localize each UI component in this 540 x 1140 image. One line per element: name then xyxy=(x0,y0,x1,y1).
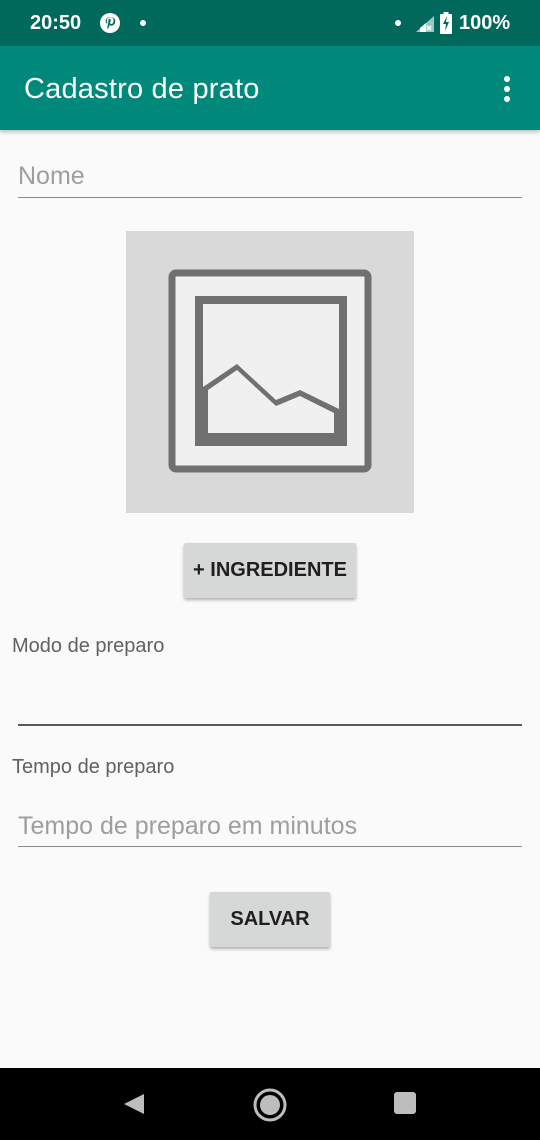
modo-preparo-label: Modo de preparo xyxy=(12,635,165,657)
tempo-preparo-input[interactable]: Tempo de preparo em minutos xyxy=(18,800,522,847)
recents-icon[interactable] xyxy=(394,1092,416,1114)
status-bar: 20:50 100% xyxy=(0,0,540,46)
nome-placeholder: Nome xyxy=(18,162,85,190)
save-button[interactable]: SALVAR xyxy=(210,892,330,947)
add-ingredient-button[interactable]: + INGREDIENTE xyxy=(184,543,356,598)
image-icon xyxy=(168,269,372,473)
nome-input[interactable]: Nome xyxy=(18,152,522,198)
more-vert-icon[interactable] xyxy=(496,74,518,104)
tempo-preparo-label: Tempo de preparo xyxy=(12,756,175,778)
signal-icon xyxy=(416,16,434,32)
navigation-bar xyxy=(0,1068,540,1140)
notification-dot-icon xyxy=(140,20,146,26)
notification-dot-icon xyxy=(395,20,401,26)
tempo-preparo-placeholder: Tempo de preparo em minutos xyxy=(18,812,358,840)
dish-image[interactable] xyxy=(126,231,414,513)
battery-charging-icon xyxy=(440,12,452,34)
page-title: Cadastro de prato xyxy=(24,73,260,105)
app-bar: Cadastro de prato xyxy=(0,46,540,130)
back-icon[interactable] xyxy=(122,1092,146,1116)
status-time: 20:50 xyxy=(30,12,82,34)
modo-preparo-input[interactable] xyxy=(18,660,522,726)
battery-percent: 100% xyxy=(459,12,511,34)
home-icon[interactable] xyxy=(253,1088,287,1122)
pinterest-icon xyxy=(100,13,120,33)
